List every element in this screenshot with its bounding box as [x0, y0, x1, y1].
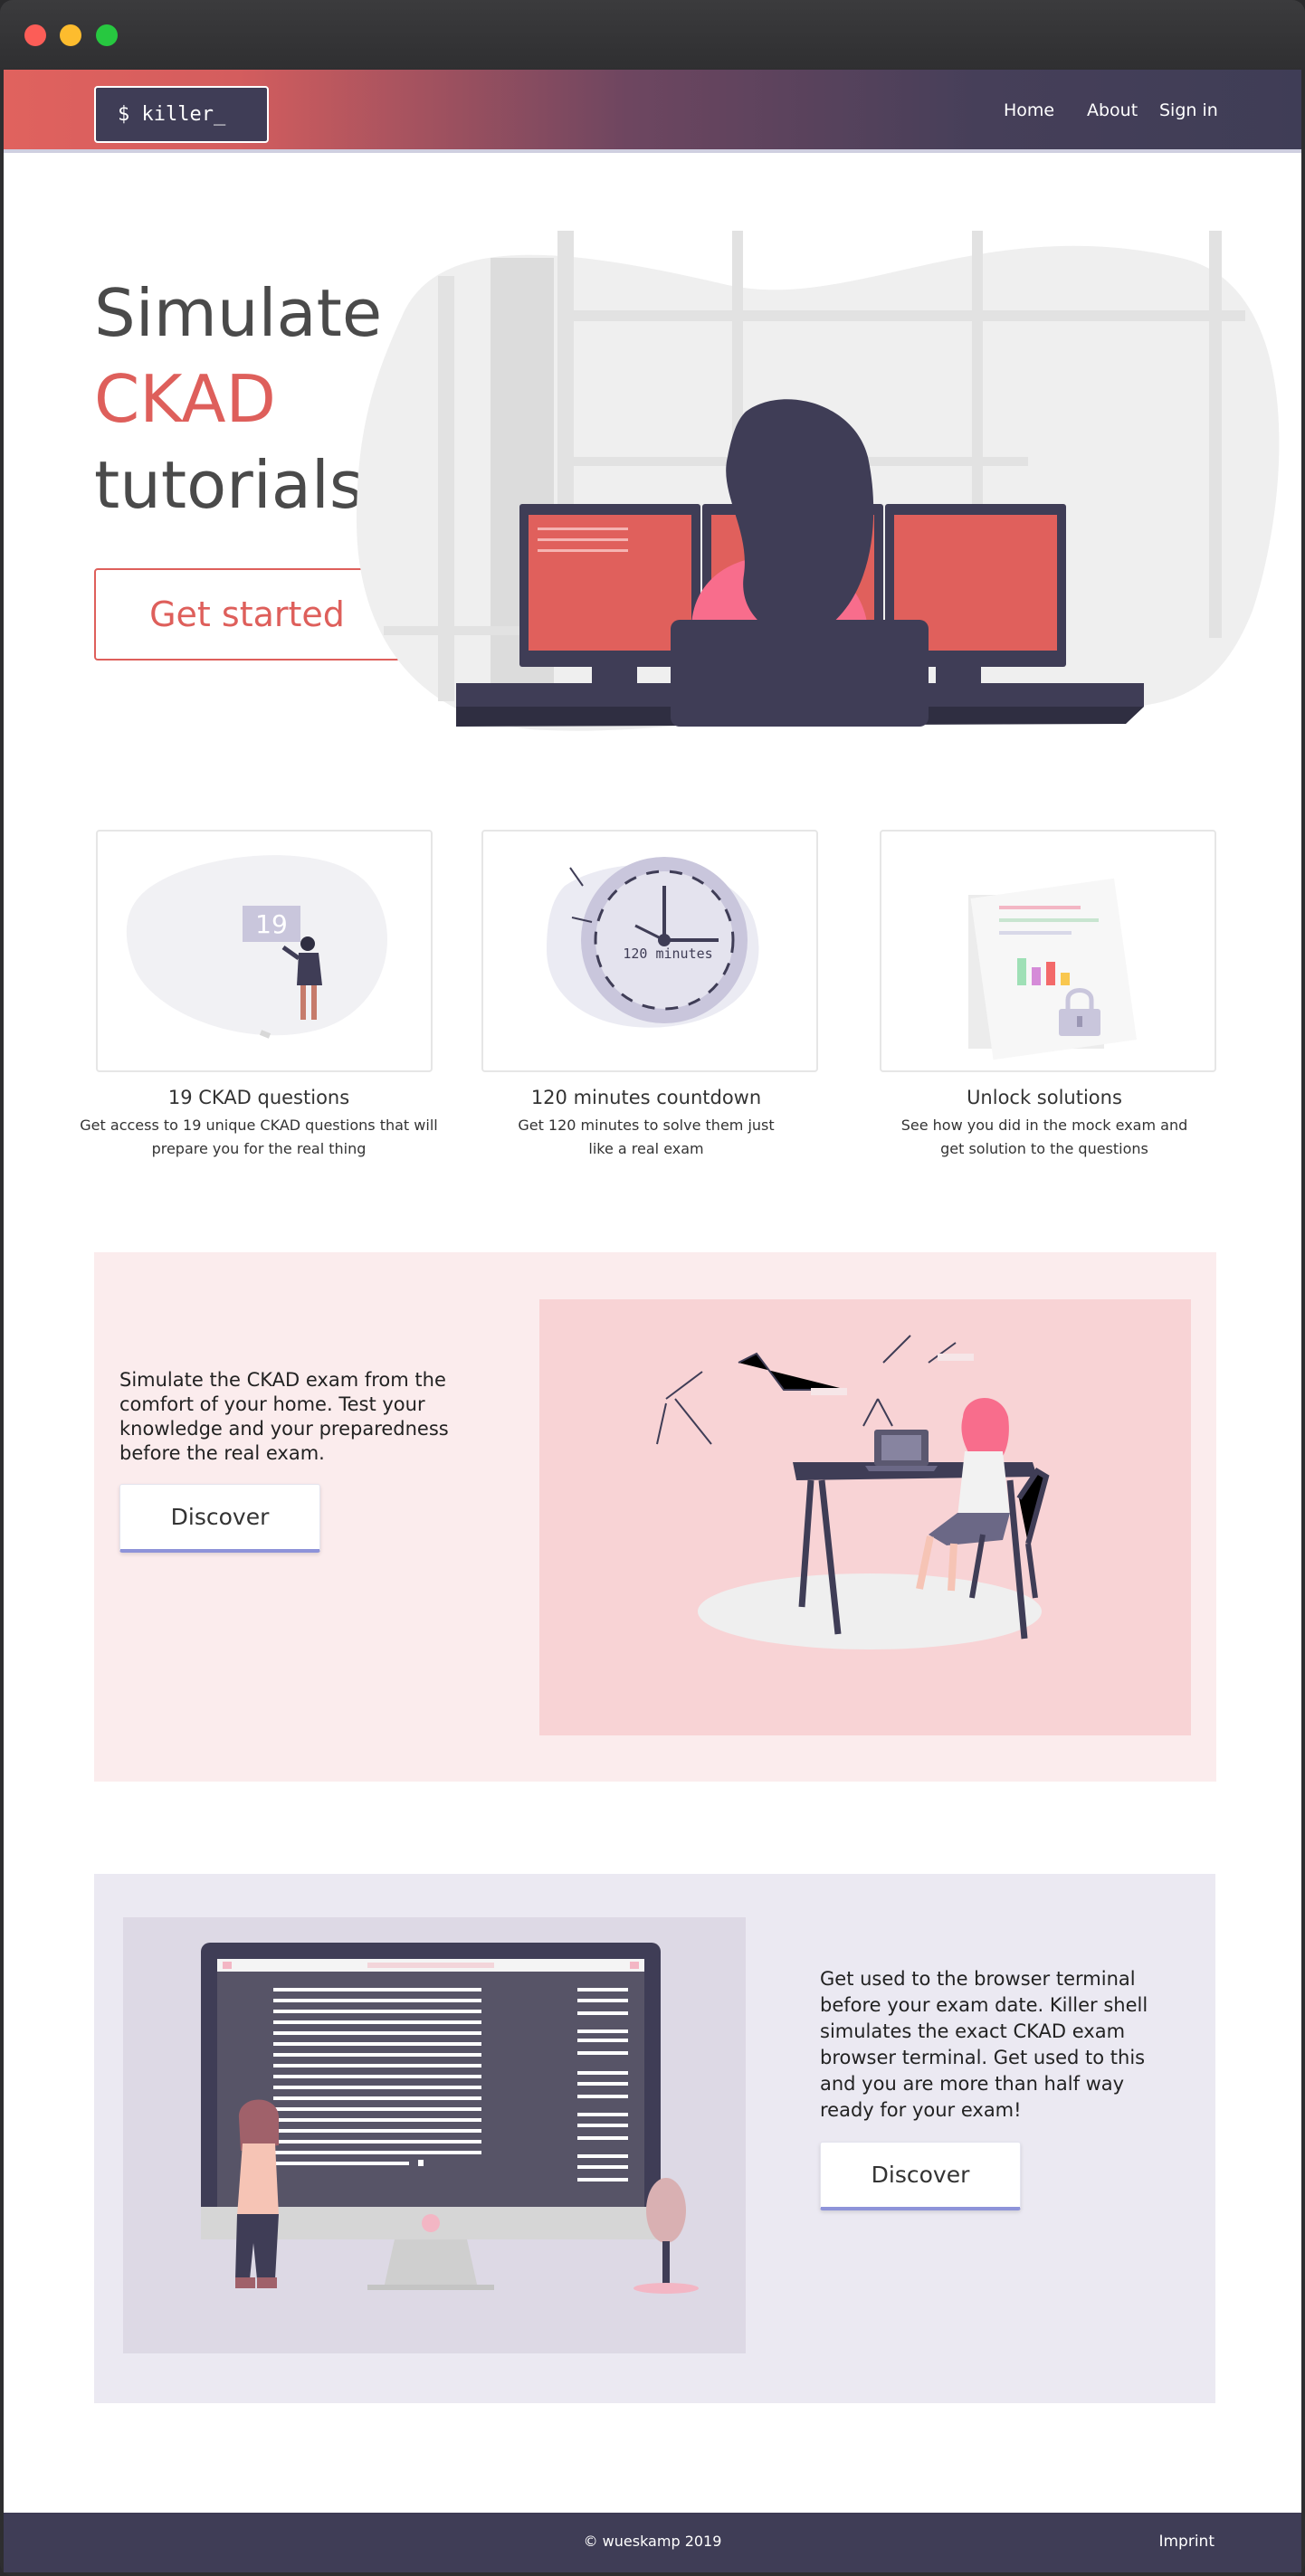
nav-signin-link[interactable]: Sign in [1159, 100, 1218, 120]
discover-simulate-button[interactable]: Discover [119, 1484, 320, 1553]
feature-card-solutions [880, 830, 1216, 1072]
feature-desc-countdown: Get 120 minutes to solve them just like … [518, 1117, 775, 1157]
feature-card-countdown: 120 minutes [481, 830, 818, 1072]
browser-window: $ killer_ Home About Sign in Simulate CK… [0, 0, 1305, 2576]
hero-title-line-3: tutorials [94, 447, 364, 523]
footer-imprint-link[interactable]: Imprint [1158, 2533, 1215, 2551]
nav-home-link[interactable]: Home [1004, 100, 1054, 120]
locked-report-illustration-icon [968, 878, 1138, 1060]
feature-desc-questions: Get access to 19 unique CKAD questions t… [80, 1117, 438, 1157]
page-footer: © wueskamp 2019 Imprint [4, 2513, 1301, 2572]
maximize-window-button[interactable] [96, 24, 118, 46]
discover-terminal-button[interactable]: Discover [820, 2142, 1021, 2210]
presenter-illustration-icon: 19 [126, 855, 387, 1039]
hero-title-accent: CKAD [94, 361, 276, 437]
simulate-section: Simulate the CKAD exam from the comfort … [94, 1252, 1216, 1782]
simulate-section-text: Simulate the CKAD exam from the comfort … [119, 1369, 449, 1464]
feature-title-solutions: Unlock solutions [967, 1087, 1122, 1108]
footer-copyright: © wueskamp 2019 [583, 2533, 722, 2550]
feature-title-countdown: 120 minutes countdown [530, 1087, 762, 1108]
feature-title-questions: 19 CKAD questions [167, 1087, 350, 1108]
nav-about-link[interactable]: About [1087, 100, 1138, 120]
browser-terminal-illustration [123, 1917, 746, 2353]
minimize-window-button[interactable] [60, 24, 81, 46]
hero-title: Simulate CKAD tutorials [94, 271, 382, 528]
window-titlebar [0, 0, 1305, 70]
feature-card-questions: 19 [96, 830, 433, 1072]
hero-desk-illustration [357, 231, 1280, 731]
close-window-button[interactable] [24, 24, 46, 46]
terminal-section-text: Get used to the browser terminal before … [820, 1968, 1148, 2121]
web-page: $ killer_ Home About Sign in Simulate CK… [4, 70, 1301, 2572]
terminal-section: Get used to the browser terminal before … [94, 1874, 1215, 2403]
top-navbar: $ killer_ Home About Sign in [4, 70, 1301, 153]
clock-label: 120 minutes [623, 946, 712, 962]
home-desk-illustration [539, 1299, 1191, 1735]
hero-title-line-1: Simulate [94, 275, 383, 351]
site-logo[interactable]: $ killer_ [94, 86, 269, 143]
feature-desc-solutions: See how you did in the mock exam and get… [900, 1117, 1188, 1157]
questions-count-badge: 19 [255, 909, 288, 939]
clock-illustration-icon: 120 minutes [547, 857, 759, 1028]
